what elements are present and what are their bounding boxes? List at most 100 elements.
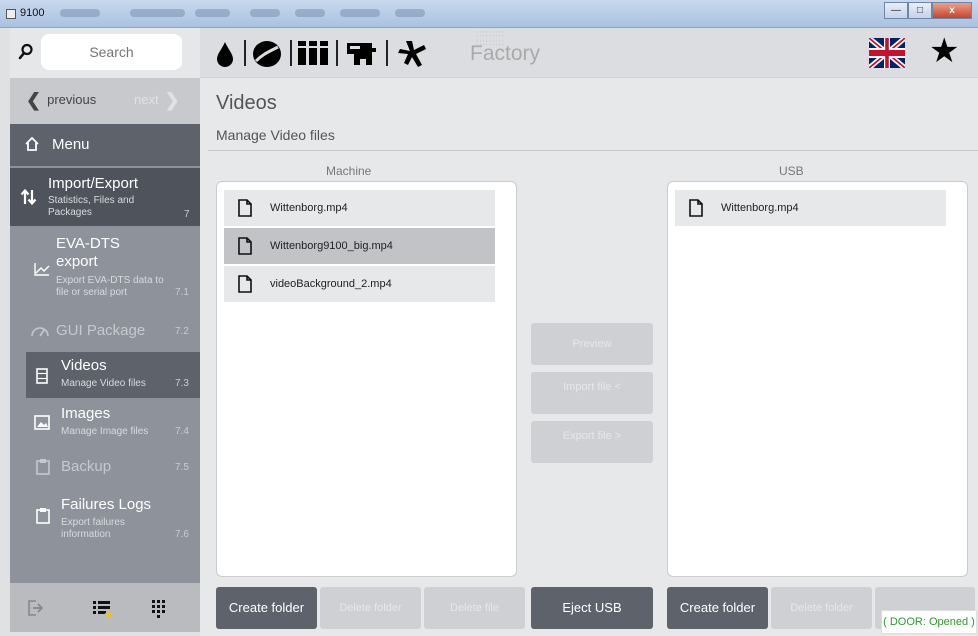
file-row[interactable]: Wittenborg.mp4 <box>224 190 495 226</box>
chevron-right-icon: ❯ <box>164 89 180 110</box>
sidebar-item-import-export[interactable]: Import/Export Statistics, Files and Pack… <box>10 168 200 226</box>
videos-title: Videos <box>61 357 107 374</box>
videos-number: 7.3 <box>175 378 189 389</box>
canisters-icon[interactable] <box>297 40 329 66</box>
water-drop-icon[interactable] <box>216 41 234 67</box>
sidebar-item-gui-package[interactable]: GUI Package 7.2 <box>26 310 200 352</box>
import-file-button[interactable]: Import file < <box>531 372 653 414</box>
up-down-arrows-icon <box>20 188 37 206</box>
search-input[interactable] <box>41 34 182 70</box>
preview-button[interactable]: Preview <box>531 323 653 365</box>
gui-package-title: GUI Package <box>56 322 146 339</box>
page-subtitle: Manage Video files <box>216 127 335 143</box>
minimize-button[interactable]: — <box>884 2 908 19</box>
toolbar-separator <box>290 40 292 66</box>
file-name: Wittenborg.mp4 <box>721 202 799 214</box>
images-number: 7.4 <box>175 426 189 437</box>
sidebar-item-backup[interactable]: Backup 7.5 <box>26 446 200 488</box>
file-icon <box>689 199 703 217</box>
next-label: next <box>134 92 159 107</box>
film-icon <box>36 368 48 384</box>
divider <box>208 150 978 151</box>
toolbar: :::::::::::::::::: Factory ★ <box>200 28 978 78</box>
wrench-tools-icon[interactable] <box>396 39 428 69</box>
coffee-bean-icon[interactable] <box>252 39 282 69</box>
file-name: Wittenborg9100_big.mp4 <box>270 240 393 252</box>
file-icon <box>238 237 252 255</box>
eject-usb-button[interactable]: Eject USB <box>531 587 653 629</box>
close-button[interactable]: x <box>932 2 972 19</box>
backup-number: 7.5 <box>175 462 189 473</box>
import-export-subtitle: Statistics, Files and Packages <box>48 195 135 218</box>
blurred-title-text <box>195 9 230 17</box>
keypad-icon[interactable] <box>150 599 168 619</box>
usb-file-list: Wittenborg.mp4 <box>667 181 968 577</box>
window-title: 9100 <box>20 7 45 19</box>
previous-button[interactable]: ❮ previous <box>20 89 97 110</box>
history-nav: ❮ previous next ❯ <box>10 78 200 124</box>
failures-logs-title: Failures Logs <box>61 496 152 513</box>
favorite-list-icon[interactable] <box>92 599 114 619</box>
sidebar-item-videos[interactable]: Videos Manage Video files 7.3 <box>26 352 200 398</box>
app-icon <box>6 9 16 19</box>
file-row-selected[interactable]: Wittenborg9100_big.mp4 <box>224 228 495 264</box>
uk-flag-icon[interactable] <box>869 38 905 68</box>
file-row[interactable]: videoBackground_2.mp4 <box>224 266 495 302</box>
gui-package-number: 7.2 <box>175 326 189 337</box>
window-titlebar: 9100 — □ x <box>0 0 978 28</box>
search-bar <box>10 28 200 78</box>
factory-label: Factory <box>470 42 541 65</box>
usb-delete-folder-button[interactable]: Delete folder <box>771 587 872 629</box>
usb-create-folder-button[interactable]: Create folder <box>667 587 768 629</box>
machine-header: Machine <box>326 164 372 178</box>
machine-file-list: Wittenborg.mp4 Wittenborg9100_big.mp4 vi… <box>216 181 517 577</box>
logout-icon[interactable] <box>26 599 44 617</box>
images-title: Images <box>61 405 111 422</box>
home-icon <box>25 136 39 151</box>
toolbar-separator <box>386 40 388 66</box>
file-name: Wittenborg.mp4 <box>270 202 348 214</box>
clipboard-icon <box>36 508 50 524</box>
door-status: ( DOOR: Opened ) <box>881 610 977 634</box>
backup-title: Backup <box>61 458 112 475</box>
eva-dts-subtitle: Export EVA-DTS data to file or serial po… <box>56 275 164 298</box>
next-button[interactable]: next ❯ <box>134 89 186 110</box>
sidebar-item-images[interactable]: Images Manage Image files 7.4 <box>26 400 200 444</box>
star-icon[interactable]: ★ <box>929 34 959 68</box>
search-icon[interactable] <box>18 43 34 61</box>
machine-delete-folder-button[interactable]: Delete folder <box>320 587 421 629</box>
coffee-machine-icon[interactable] <box>346 40 378 66</box>
videos-subtitle: Manage Video files <box>61 378 146 389</box>
sidebar-item-menu[interactable]: Menu <box>10 124 200 166</box>
eva-dts-title: EVA-DTS export <box>56 235 120 270</box>
machine-delete-file-button[interactable]: Delete file <box>424 587 525 629</box>
maximize-button[interactable]: □ <box>908 2 932 19</box>
toolbar-separator <box>244 40 246 66</box>
line-chart-icon <box>34 263 50 276</box>
blurred-title-text <box>130 9 185 17</box>
export-file-button[interactable]: Export file > <box>531 421 653 463</box>
sidebar-item-failures-logs[interactable]: Failures Logs Export failures informatio… <box>26 490 200 550</box>
gauge-icon <box>31 327 49 337</box>
blurred-title-text <box>250 9 280 17</box>
toolbar-separator <box>336 40 338 66</box>
previous-label: previous <box>47 92 97 107</box>
main-content: :::::::::::::::::: Factory ★ Videos Mana… <box>200 28 978 636</box>
file-row[interactable]: Wittenborg.mp4 <box>675 190 946 226</box>
file-icon <box>238 199 252 217</box>
image-icon <box>34 415 50 430</box>
failures-logs-number: 7.6 <box>175 529 189 540</box>
blurred-title-text <box>395 9 425 17</box>
sidebar-bottom-bar <box>10 583 200 632</box>
chevron-left-icon: ❮ <box>26 89 42 110</box>
clipboard-icon <box>36 459 50 475</box>
sidebar: ❮ previous next ❯ Menu Import/Export Sta… <box>10 28 200 632</box>
blurred-title-text <box>60 9 100 17</box>
menu-label: Menu <box>52 136 90 153</box>
blurred-title-text <box>295 9 325 17</box>
machine-create-folder-button[interactable]: Create folder <box>216 587 317 629</box>
sidebar-item-eva-dts-export[interactable]: EVA-DTS export Export EVA-DTS data to fi… <box>26 228 200 308</box>
file-name: videoBackground_2.mp4 <box>270 278 392 290</box>
page-title: Videos <box>216 92 277 114</box>
import-export-number: 7 <box>184 209 190 220</box>
